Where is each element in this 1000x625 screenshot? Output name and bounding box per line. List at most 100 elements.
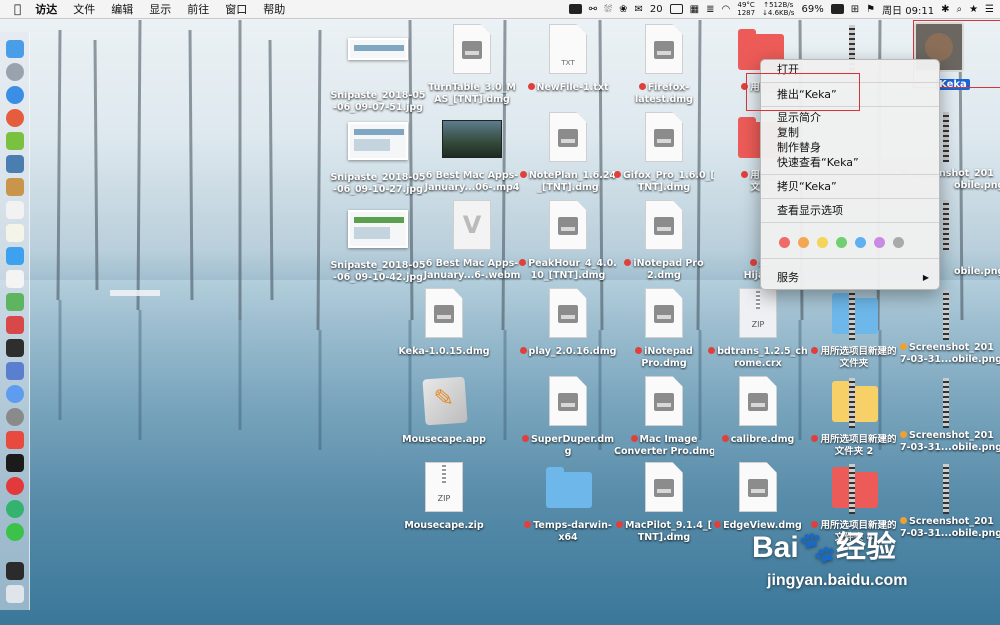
desktop-item[interactable]: calibre.dmg: [708, 372, 808, 446]
item-label: Keka-1.0.15.dmg: [398, 346, 490, 357]
desktop-item[interactable]: PeakHour_4_4.0. 10_[TNT].dmg: [518, 196, 618, 282]
desktop-item[interactable]: play_2.0.16.dmg: [518, 284, 618, 358]
desktop-item[interactable]: Mac Image Converter Pro.dmg: [614, 372, 714, 458]
photos-icon[interactable]: ▦: [690, 4, 699, 15]
video-thumbnail: [422, 108, 522, 170]
netease-music-icon[interactable]: [6, 477, 24, 495]
tag-red[interactable]: [779, 237, 790, 248]
desktop-item[interactable]: Gifox_Pro_1.6.0_[ TNT].dmg: [614, 108, 714, 194]
desktop-item[interactable]: Mousecape.app: [394, 372, 494, 446]
desktop-item[interactable]: Screenshot_201 7-03-31...obile.png: [900, 516, 1000, 540]
tag-purple[interactable]: [874, 237, 885, 248]
contacts-icon[interactable]: [6, 178, 24, 196]
menu-edit[interactable]: 编辑: [103, 1, 141, 17]
tag-yellow[interactable]: [817, 237, 828, 248]
app-red-icon[interactable]: [6, 316, 24, 334]
toggle-icon[interactable]: [568, 4, 582, 14]
paint-icon[interactable]: ⛆: [604, 4, 612, 15]
desktop-item[interactable]: Keka-1.0.15.dmg: [394, 284, 494, 358]
temp-readout[interactable]: 49°C 1287: [737, 1, 755, 17]
browser-icon[interactable]: [6, 109, 24, 127]
vivaldi-icon[interactable]: [6, 431, 24, 449]
desktop-item[interactable]: Screenshot_201 7-03-31...obile.png: [900, 342, 1000, 366]
desktop-item[interactable]: Temps-darwin- x64: [518, 458, 618, 544]
desktop-item[interactable]: 6 Best Mac Apps- January...06-.mp4: [422, 108, 522, 194]
menu-finder[interactable]: 访达: [27, 1, 65, 17]
menu-window[interactable]: 窗口: [217, 1, 255, 17]
menu-item-copy[interactable]: 拷贝“Keka”: [777, 179, 837, 194]
tag-blue[interactable]: [855, 237, 866, 248]
clock[interactable]: 周日 09:11: [882, 2, 934, 17]
display-icon[interactable]: [669, 4, 683, 14]
maps-icon[interactable]: [6, 293, 24, 311]
search-icon[interactable]: ⌕: [956, 4, 962, 15]
desktop-item[interactable]: Snipaste_2018-05 -06_09-10-42.jpg: [328, 198, 428, 284]
tag-orange[interactable]: [798, 237, 809, 248]
calendar-icon[interactable]: [6, 201, 24, 219]
menu-item-duplicate[interactable]: 复制: [777, 125, 799, 140]
menu-item-view-options[interactable]: 查看显示选项: [777, 203, 843, 218]
desktop-item[interactable]: TXT NewFile-1.txt: [518, 20, 618, 94]
app-store-icon[interactable]: [6, 385, 24, 403]
desktop-item[interactable]: Firefox- latest.dmg: [614, 20, 714, 106]
desktop-item[interactable]: Snipaste_2018-05 -06_09-10-27.jpg: [328, 110, 428, 196]
menu-item-get-info[interactable]: 显示简介: [777, 110, 821, 125]
flag-icon[interactable]: ⚑: [866, 4, 875, 15]
desktop-item[interactable]: MacPilot_9.1.4_[ TNT].dmg: [614, 458, 714, 544]
desktop-item[interactable]: EdgeView.dmg: [708, 458, 808, 532]
notification-center-icon[interactable]: ☰: [985, 4, 994, 15]
menu-item-services[interactable]: 服务: [777, 270, 799, 285]
desktop-item[interactable]: NotePlan_1.6.24 _[TNT].dmg: [518, 108, 618, 194]
image-strip: [943, 290, 949, 340]
input-method-icon[interactable]: ⊞: [851, 4, 859, 15]
app-blue-icon[interactable]: [6, 362, 24, 380]
desktop-item[interactable]: TurnTable_3.0_M AS_[TNT].dmg: [422, 20, 522, 106]
menu-item-make-alias[interactable]: 制作替身: [777, 140, 821, 155]
menu-go[interactable]: 前往: [179, 1, 217, 17]
menu-icon[interactable]: ≣: [706, 4, 714, 15]
desktop-item[interactable]: Screenshot_201 7-03-31...obile.png: [900, 430, 1000, 454]
activity-monitor-icon[interactable]: [6, 339, 24, 357]
system-preferences-icon[interactable]: [6, 408, 24, 426]
battery-icon[interactable]: [830, 4, 844, 14]
battery-percent[interactable]: 69%: [801, 4, 823, 15]
desktop-item[interactable]: iNotepad Pro 2.dmg: [614, 196, 714, 282]
trash-icon[interactable]: [6, 585, 24, 603]
cat-icon[interactable]: ❀: [619, 4, 627, 15]
menu-file[interactable]: 文件: [65, 1, 103, 17]
item-label-text: play_2.0.16.dmg: [528, 346, 617, 357]
preview-icon[interactable]: [6, 155, 24, 173]
tag-dot: [900, 431, 907, 438]
terminal-icon[interactable]: [6, 454, 24, 472]
launchpad-icon[interactable]: [6, 63, 24, 81]
finder-icon[interactable]: [6, 40, 24, 58]
wifi-icon[interactable]: ◠: [722, 4, 731, 15]
tag-green[interactable]: [836, 237, 847, 248]
network-readout[interactable]: ↑512B/s ↓4.6KB/s: [762, 1, 794, 17]
console-icon[interactable]: [6, 562, 24, 580]
finder-search-icon[interactable]: [6, 247, 24, 265]
bluetooth-icon[interactable]: ✱: [941, 4, 949, 15]
tag-gray[interactable]: [893, 237, 904, 248]
menu-help[interactable]: 帮助: [255, 1, 293, 17]
notes-icon[interactable]: [6, 224, 24, 242]
item-label-2: January...06-.mp4: [424, 182, 520, 193]
glasses-icon[interactable]: ⚯: [589, 4, 597, 15]
desktop-item[interactable]: iNotepad Pro.dmg: [614, 284, 714, 370]
menu-item-quick-look[interactable]: 快速查看“Keka”: [777, 155, 859, 170]
apple-menu-icon[interactable]: : [0, 2, 27, 16]
desktop-item[interactable]: V 6 Best Mac Apps- January...6-.webm: [422, 196, 522, 282]
wechat-icon[interactable]: ✉: [635, 4, 643, 15]
desktop-item[interactable]: SuperDuper.dm g: [518, 372, 618, 458]
android-icon[interactable]: [6, 132, 24, 150]
desktop-item[interactable]: ZIP bdtrans_1.2.5_ch rome.crx: [708, 284, 808, 370]
desktop-item[interactable]: ZIP Mousecape.zip: [394, 458, 494, 532]
star-icon[interactable]: ★: [969, 4, 978, 15]
safari-icon[interactable]: [6, 86, 24, 104]
desktop-item[interactable]: Snipaste_2018-05 -06_09-07-51.jpg: [328, 28, 428, 114]
reminders-icon[interactable]: [6, 270, 24, 288]
item-label-text: NotePlan_1.6.24: [528, 170, 617, 181]
menu-view[interactable]: 显示: [141, 1, 179, 17]
wechat-dock-icon[interactable]: [6, 523, 24, 541]
app-green-icon[interactable]: [6, 500, 24, 518]
